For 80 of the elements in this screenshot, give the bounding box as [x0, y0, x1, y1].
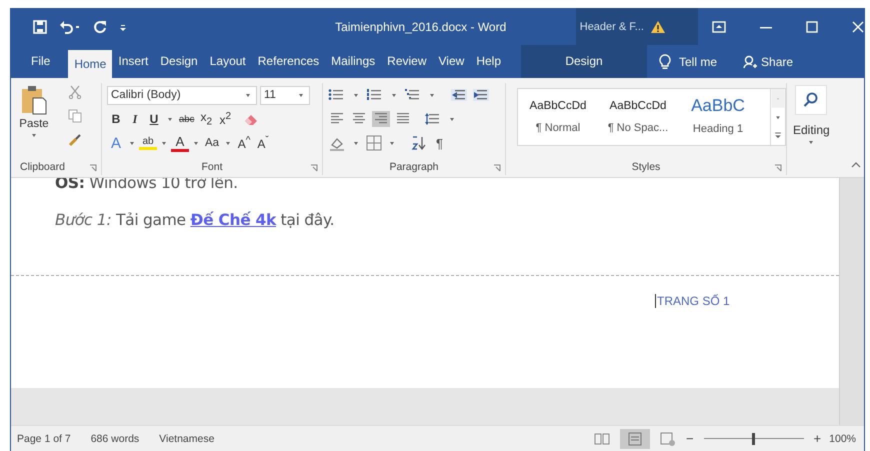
sort-icon[interactable]: [410, 135, 426, 151]
collapse-ribbon-icon[interactable]: [851, 162, 861, 168]
numbering-icon[interactable]: [366, 88, 384, 102]
format-button[interactable]: A: [171, 134, 189, 152]
ribbon-tab[interactable]: References: [252, 45, 326, 78]
format-button[interactable]: A$^{ˇ}$: [254, 135, 272, 151]
close-icon[interactable]: [852, 20, 864, 32]
person-icon: [743, 54, 758, 68]
ribbon-tab[interactable]: Mailings: [325, 45, 382, 78]
ribbon-tab[interactable]: File: [11, 45, 68, 78]
dialog-launcher-icon[interactable]: [493, 164, 501, 172]
web-layout-icon[interactable]: [660, 432, 676, 446]
multilevel-list-icon[interactable]: [404, 88, 422, 102]
ribbon-tab[interactable]: Layout: [204, 45, 252, 78]
group-label: Styles: [632, 161, 660, 173]
dialog-launcher-icon[interactable]: [774, 164, 782, 172]
format-button[interactable]: A: [107, 134, 125, 152]
style-item[interactable]: AaBbC Heading 1: [678, 89, 758, 145]
lightbulb-icon: [659, 54, 671, 70]
print-layout-icon[interactable]: [620, 428, 650, 448]
clipboard-icon: [21, 85, 47, 115]
format-button[interactable]: x$^{2}$: [216, 111, 234, 127]
format-button[interactable]: B: [107, 112, 125, 126]
scissors-icon[interactable]: [68, 85, 82, 99]
save-icon[interactable]: [33, 20, 47, 34]
ribbon-tab[interactable]: Design: [154, 45, 204, 78]
header-text: TRANG SỐ 1: [655, 294, 730, 308]
search-icon: [795, 85, 828, 115]
zoom-out-button[interactable]: −: [686, 431, 694, 446]
context-title: Header & F...: [580, 20, 644, 32]
style-item[interactable]: AaBbCcDd ¶ Normal: [518, 89, 598, 145]
maximize-icon[interactable]: [806, 20, 818, 32]
ribbon-tab[interactable]: Insert: [112, 45, 154, 78]
style-item[interactable]: AaBbCcDd ¶ No Spac...: [598, 89, 678, 145]
show-marks-button[interactable]: ¶: [436, 136, 443, 150]
share-button[interactable]: Share: [743, 45, 794, 78]
tell-me-button[interactable]: Tell me: [659, 45, 718, 78]
word-count[interactable]: 686 words: [90, 432, 140, 444]
editing-button[interactable]: Editing: [793, 83, 830, 159]
line-spacing-icon[interactable]: [424, 112, 442, 126]
format-button[interactable]: I: [126, 112, 144, 126]
link[interactable]: Đế Chế 4k: [190, 211, 276, 229]
ribbon-tab[interactable]: View: [432, 45, 470, 78]
increase-indent-icon[interactable]: [472, 88, 490, 102]
ribbon-tab[interactable]: Help: [470, 45, 507, 78]
language-label[interactable]: Vietnamese: [159, 432, 214, 444]
eraser-icon[interactable]: [243, 112, 260, 126]
font-size-field[interactable]: 11: [260, 86, 310, 104]
format-button[interactable]: Aa: [203, 137, 222, 149]
dialog-launcher-icon[interactable]: [310, 164, 318, 172]
format-button[interactable]: abc: [177, 114, 196, 124]
group-label: Paragraph: [389, 161, 439, 173]
zoom-in-button[interactable]: +: [814, 431, 822, 446]
undo-icon[interactable]: [59, 20, 81, 34]
page-count[interactable]: Page 1 of 7: [17, 432, 71, 444]
borders-icon[interactable]: [366, 135, 382, 151]
group-label: Clipboard: [20, 161, 65, 173]
decrease-indent-icon[interactable]: [450, 88, 468, 102]
redo-icon[interactable]: [93, 20, 107, 34]
ribbon-tab[interactable]: Review: [381, 45, 433, 78]
format-button[interactable]: ab: [139, 136, 157, 150]
brush-icon[interactable]: [68, 133, 82, 147]
format-button[interactable]: A$^{^}$: [235, 135, 254, 151]
font-name-field[interactable]: Calibri (Body): [107, 86, 257, 104]
zoom-level[interactable]: 100%: [829, 432, 856, 444]
warning-icon[interactable]: [650, 20, 666, 34]
ribbon-tab[interactable]: Design: [521, 45, 647, 78]
slider-thumb[interactable]: [752, 432, 756, 444]
ribbon-tab[interactable]: Home: [68, 50, 112, 78]
dialog-launcher-icon[interactable]: [89, 164, 97, 172]
format-button[interactable]: x$_{2}$: [197, 110, 216, 128]
bullets-icon[interactable]: [328, 88, 346, 102]
format-button[interactable]: U: [145, 112, 163, 126]
ribbon-display-icon[interactable]: [712, 20, 726, 32]
body-text: Bước 1: Tải game Đế Chế 4k tại đây.: [55, 211, 336, 229]
group-label: Font: [201, 161, 222, 173]
paste-button[interactable]: Paste: [16, 83, 52, 159]
read-mode-icon[interactable]: [594, 432, 610, 446]
align-right-icon[interactable]: [372, 111, 390, 127]
window-title: Taimienphivn_2016.docx - Word: [334, 20, 508, 34]
